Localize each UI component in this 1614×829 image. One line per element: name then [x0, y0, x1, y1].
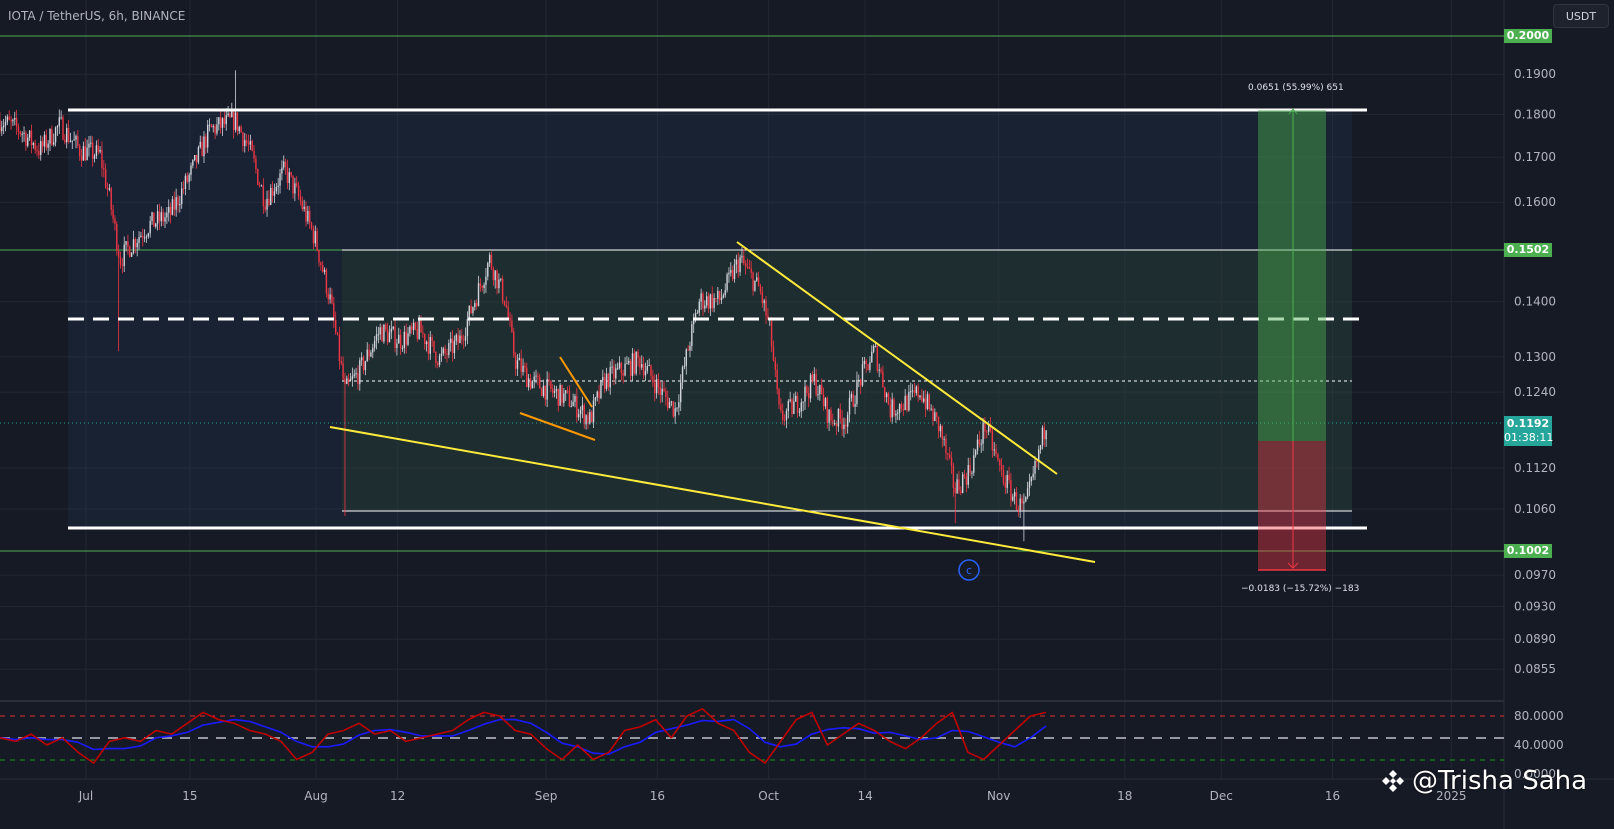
indicator-pane[interactable] [0, 702, 1504, 778]
candle [531, 380, 534, 389]
candle [906, 394, 908, 413]
candle [876, 343, 879, 373]
candle [893, 397, 895, 418]
position-target-zone[interactable] [1258, 110, 1326, 441]
candle [501, 275, 504, 304]
candle [513, 327, 515, 358]
candle [316, 227, 318, 252]
candle [197, 145, 200, 165]
candle [770, 316, 773, 352]
candle [62, 115, 64, 141]
candle [383, 323, 385, 344]
watermark: @Trisha Saha [1380, 766, 1587, 796]
candle [809, 372, 812, 403]
last-price: 0.1192 [1506, 417, 1550, 430]
indicator-tick-label: 40.0000 [1514, 738, 1564, 752]
candle [867, 364, 869, 371]
price-tick-label: 0.1800 [1514, 107, 1556, 121]
price-tick-label: 0.1300 [1514, 350, 1556, 364]
candle [381, 324, 383, 342]
candle [754, 280, 756, 292]
price-tick-label: 0.0890 [1514, 632, 1556, 646]
time-tick-label: 12 [390, 789, 405, 803]
candle [116, 221, 118, 256]
candle [633, 349, 636, 376]
price-tick-label: 0.1120 [1514, 461, 1556, 475]
time-tick-label: 15 [182, 789, 197, 803]
price-tick-label: 0.0970 [1514, 568, 1556, 582]
candle [129, 245, 131, 258]
price-tick-label: 0.0855 [1514, 662, 1556, 676]
time-tick-label: Oct [758, 789, 779, 803]
time-tick-label: 18 [1117, 789, 1132, 803]
binance-logo-icon [1382, 770, 1404, 792]
candle [433, 340, 435, 353]
price-badge-top: 0.2000 [1504, 29, 1552, 43]
price-tick-label: 0.1240 [1514, 385, 1556, 399]
candle-countdown: 01:38:11 [1504, 431, 1554, 444]
wave-label-text: c [966, 564, 972, 577]
watermark-text: @Trisha Saha [1412, 766, 1588, 796]
candle [325, 268, 328, 298]
price-tick-label: 0.1900 [1514, 67, 1556, 81]
price-chart[interactable]: c 0.1900 0.1800 0.1700 0.1600 0.1400 0.1300 0.… [0, 0, 1614, 829]
price-badge-last: 0.1192 01:38:11 [1504, 416, 1554, 446]
position-target-label: 0.0651 (55.99%) 651 [1248, 83, 1344, 93]
candle [961, 471, 964, 494]
price-tick-label: 0.1400 [1514, 295, 1556, 309]
time-tick-label: Nov [987, 789, 1010, 803]
symbol-title[interactable]: IOTA / TetherUS, 6h, BINANCE [8, 9, 185, 23]
candle [928, 393, 930, 412]
position-stop-label: −0.0183 (−15.72%) −183 [1241, 584, 1360, 594]
time-tick-label: 16 [1325, 789, 1340, 803]
candle [540, 387, 543, 397]
candle [635, 351, 637, 376]
price-badge-resistance: 0.1502 [1504, 243, 1552, 257]
time-tick-label: 16 [650, 789, 665, 803]
candle [257, 168, 259, 186]
candle [600, 379, 602, 400]
candle [672, 400, 674, 419]
price-tick-label: 0.1600 [1514, 195, 1556, 209]
time-tick-label: Aug [304, 789, 327, 803]
time-tick-label: Dec [1210, 789, 1233, 803]
indicator-tick-label: 80.0000 [1514, 709, 1564, 723]
candle [559, 383, 561, 406]
price-tick-label: 0.1700 [1514, 150, 1556, 164]
price-badge-support: 0.1002 [1504, 544, 1552, 558]
candle [153, 212, 155, 227]
price-tick-label: 0.1060 [1514, 502, 1556, 516]
time-tick-label: Sep [535, 789, 558, 803]
position-stop-zone[interactable] [1258, 441, 1326, 570]
time-tick-label: Jul [78, 789, 93, 803]
candle [726, 272, 728, 293]
currency-button[interactable]: USDT [1553, 4, 1609, 28]
candle [887, 391, 890, 406]
time-tick-label: 14 [857, 789, 872, 803]
price-tick-label: 0.0930 [1514, 599, 1556, 613]
candle [251, 139, 253, 152]
